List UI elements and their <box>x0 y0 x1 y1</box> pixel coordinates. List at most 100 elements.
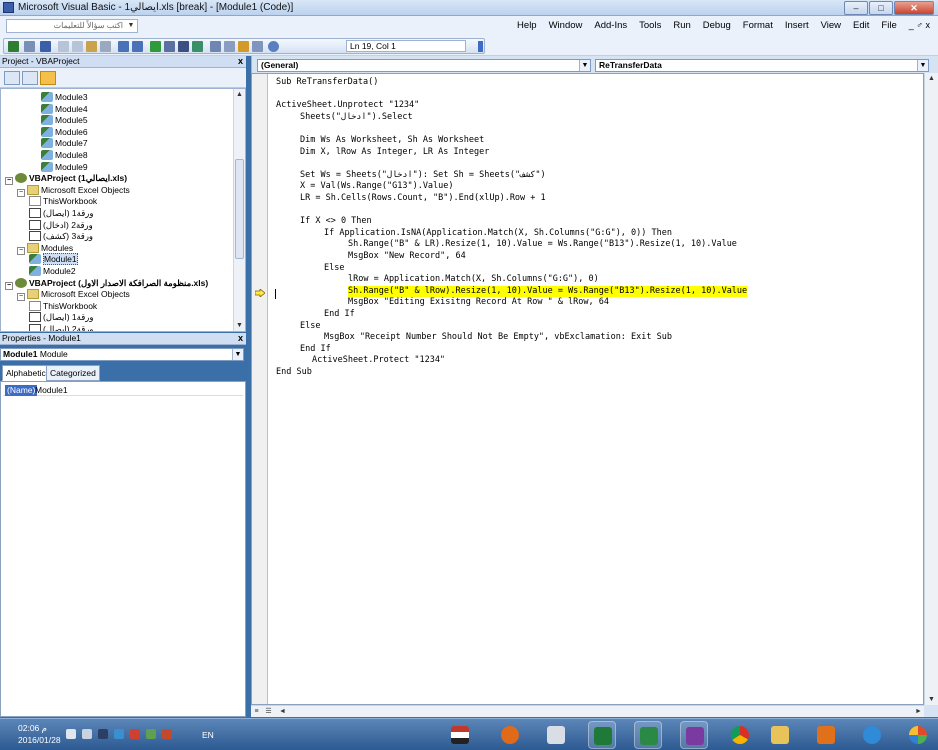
excel-icon[interactable] <box>588 721 616 749</box>
project-tree-scrollbar[interactable]: ▲ ▼ <box>233 89 245 331</box>
tree-item[interactable]: (ورقة3 (كشف <box>29 230 93 242</box>
code-line[interactable]: ActiveSheet.Protect "1234" <box>312 355 445 366</box>
scrollbar-thumb[interactable] <box>235 159 244 259</box>
menu-view[interactable]: View <box>821 20 841 31</box>
code-vertical-scrollbar[interactable]: ▲ ▼ <box>924 73 938 705</box>
tree-item[interactable]: Module7 <box>41 137 88 149</box>
network-app-icon[interactable] <box>542 721 570 749</box>
code-line[interactable]: MsgBox "New Record", 64 <box>348 251 466 262</box>
tree-item[interactable]: Module9 <box>41 161 88 173</box>
toolbar-options-icon[interactable] <box>478 41 483 52</box>
scroll-up-icon[interactable]: ▲ <box>234 89 245 100</box>
tree-item[interactable]: Module6 <box>41 126 88 138</box>
redo-icon[interactable] <box>132 41 143 52</box>
tab-categorized[interactable]: Categorized <box>46 365 100 381</box>
menu-window[interactable]: Window <box>549 20 583 31</box>
outlook-icon[interactable] <box>812 721 840 749</box>
tree-item[interactable]: Module3 <box>41 91 88 103</box>
object-select[interactable]: Module1 Module ▼ <box>0 348 244 361</box>
explorer-icon[interactable] <box>766 721 794 749</box>
collapse-icon[interactable]: − <box>17 246 25 255</box>
menu-insert[interactable]: Insert <box>785 20 809 31</box>
tree-item[interactable]: (ورقة1 (ايصال <box>29 207 93 219</box>
tree-item[interactable]: Module5 <box>41 114 88 126</box>
code-line[interactable]: Set Ws = Sheets("ادخال"): Set Sh = Sheet… <box>300 170 546 181</box>
code-line[interactable]: If Application.IsNA(Application.Match(X,… <box>324 228 672 239</box>
menu-tools[interactable]: Tools <box>639 20 661 31</box>
help-icon[interactable] <box>268 41 279 52</box>
scroll-up-icon[interactable]: ▲ <box>926 73 937 84</box>
code-editor[interactable]: Sub ReTransferData() ActiveSheet.Unprotec… <box>251 73 924 705</box>
chrome-icon[interactable] <box>726 721 754 749</box>
cut-icon[interactable] <box>58 41 69 52</box>
code-line[interactable]: End If <box>300 344 331 355</box>
scroll-left-icon[interactable]: ◄ <box>277 706 288 717</box>
code-line[interactable]: MsgBox "Receipt Number Should Not Be Emp… <box>324 332 672 343</box>
margin-indicator-bar[interactable] <box>252 74 268 704</box>
menu-format[interactable]: Format <box>743 20 773 31</box>
code-line[interactable]: lRow = Application.Match(X, Sh.Columns("… <box>348 274 599 285</box>
ask-question-input[interactable]: اكتب سؤالاً للتعليمات ▼ <box>6 19 138 33</box>
tree-item[interactable]: − VBAProject (منظومة الصرافكة الاصدار الا… <box>5 277 208 290</box>
antivirus-icon[interactable] <box>130 729 140 739</box>
excel-icon[interactable] <box>634 721 662 749</box>
tree-item[interactable]: (ورقة1 (ايصال <box>29 311 93 323</box>
scroll-right-icon[interactable]: ► <box>913 706 924 717</box>
code-line[interactable]: Dim Ws As Worksheet, Sh As Worksheet <box>300 135 484 146</box>
chevron-down-icon[interactable]: ▼ <box>232 349 243 360</box>
bluetooth-icon[interactable] <box>114 729 124 739</box>
menu-run[interactable]: Run <box>673 20 690 31</box>
chevron-down-icon[interactable]: ▼ <box>917 60 928 71</box>
tree-item[interactable]: − Modules <box>17 242 73 255</box>
view-code-button[interactable] <box>4 71 20 85</box>
minimize-button[interactable]: – <box>844 1 868 15</box>
code-line[interactable]: End Sub <box>276 367 312 378</box>
toggle-folders-button[interactable] <box>40 71 56 85</box>
close-button[interactable]: ✕ <box>894 1 934 15</box>
tree-item[interactable]: ThisWorkbook <box>29 195 97 207</box>
project-explorer-icon[interactable] <box>210 41 221 52</box>
code-horizontal-scrollbar[interactable]: ≡ ☰ ◄ ► <box>251 705 924 717</box>
monitor-icon[interactable] <box>98 729 108 739</box>
chevron-down-icon[interactable]: ▼ <box>126 21 136 31</box>
tree-item[interactable]: − VBAProject (1ايصالي.xls) <box>5 172 127 186</box>
design-mode-icon[interactable] <box>192 41 203 52</box>
tree-item[interactable]: Module1 <box>29 253 78 266</box>
tab-alphabetic[interactable]: Alphabetic <box>2 365 50 381</box>
tree-item[interactable]: − Microsoft Excel Objects <box>17 184 130 197</box>
language-indicator[interactable]: EN <box>202 730 214 740</box>
collapse-icon[interactable]: − <box>5 281 13 290</box>
visual-basic-icon[interactable] <box>680 721 708 749</box>
run-icon[interactable] <box>150 41 161 52</box>
menu-file[interactable]: File <box>881 20 896 31</box>
notification-icon[interactable] <box>162 729 172 739</box>
code-line[interactable]: Sheets("ادخال").Select <box>300 112 413 123</box>
property-row[interactable]: (Name) Module1 <box>3 385 243 396</box>
menu-debug[interactable]: Debug <box>703 20 731 31</box>
flag-icon[interactable] <box>146 729 156 739</box>
volume-icon[interactable] <box>66 729 76 739</box>
find-icon[interactable] <box>100 41 111 52</box>
tree-item[interactable]: (ورقة2 (ادخال <box>29 219 93 231</box>
code-line[interactable]: X = Val(Ws.Range("G13").Value) <box>300 181 454 192</box>
code-line[interactable]: End If <box>324 309 355 320</box>
code-line[interactable]: ActiveSheet.Unprotect "1234" <box>276 100 419 111</box>
object-browser-icon[interactable] <box>238 41 249 52</box>
tree-item[interactable]: − Microsoft Excel Objects <box>17 288 130 302</box>
property-value[interactable]: Module1 <box>35 385 68 396</box>
close-icon[interactable]: x <box>238 56 243 67</box>
properties-icon[interactable] <box>224 41 235 52</box>
tree-item[interactable]: (ورقة2 (ايصال <box>29 323 93 331</box>
procedure-combo[interactable]: ReTransferData ▼ <box>595 59 929 72</box>
view-object-button[interactable] <box>22 71 38 85</box>
paste-icon[interactable] <box>86 41 97 52</box>
project-tree[interactable]: ▲ ▼ Module3 Module4 Module5 Module6 Module7 M… <box>0 88 246 332</box>
object-combo[interactable]: (General) ▼ <box>257 59 591 72</box>
code-line[interactable]: Else <box>324 263 344 274</box>
collapse-icon[interactable]: − <box>17 293 25 302</box>
scroll-down-icon[interactable]: ▼ <box>234 320 245 331</box>
chevron-down-icon[interactable]: ▼ <box>579 60 590 71</box>
tree-item[interactable]: ThisWorkbook <box>29 300 97 312</box>
code-line[interactable]: Sh.Range("B" & LR).Resize(1, 10).Value =… <box>348 239 737 250</box>
menu-edit[interactable]: Edit <box>853 20 869 31</box>
